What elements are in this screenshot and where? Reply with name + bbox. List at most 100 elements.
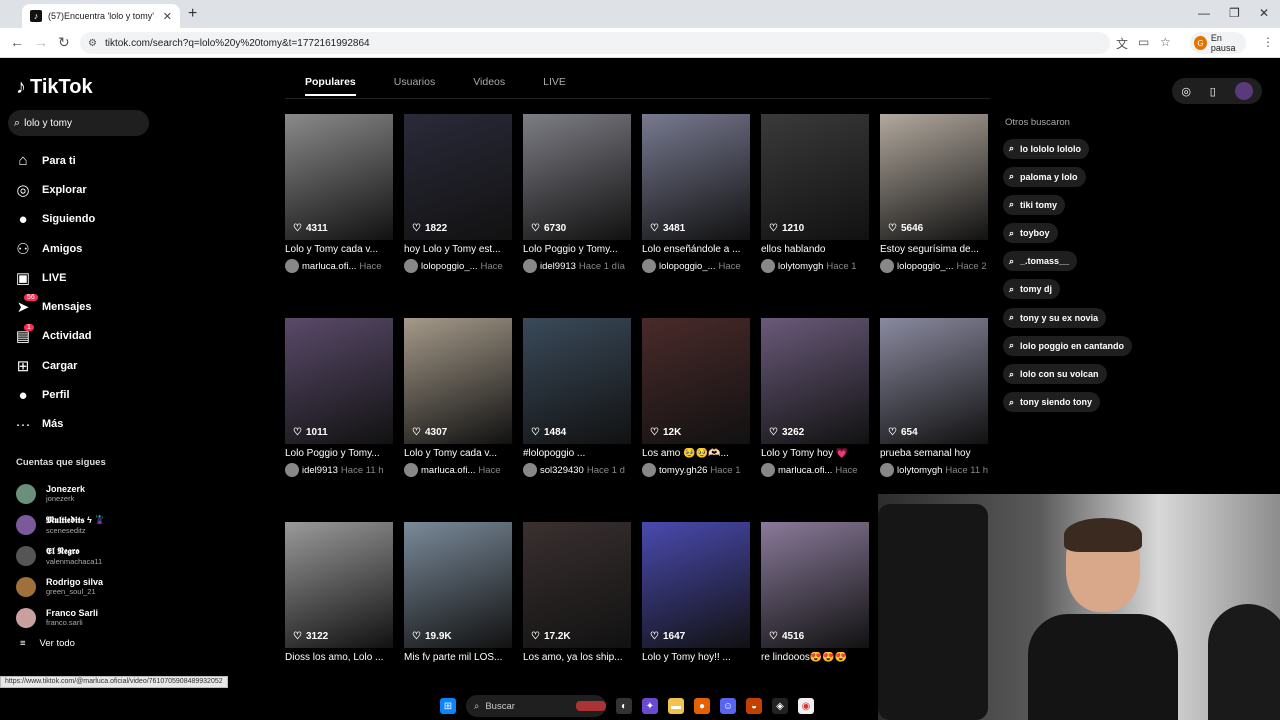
author-name[interactable]: lolytomygh [897, 465, 942, 476]
related-search-chip[interactable]: ⌕ toyboy [1003, 223, 1058, 244]
video-card[interactable]: ♡ 6730 Lolo Poggio y Tomy... idel9913 Hace 1… [523, 114, 631, 273]
video-caption[interactable]: Mis fv parte mil LOS... [404, 652, 512, 663]
video-card[interactable]: ♡ 5646 Estoy segurísima de... lolopoggio_..… [880, 114, 988, 273]
sidebar-item-cargar[interactable]: ⊞ Cargar [14, 351, 144, 380]
following-account[interactable]: Jonezerk jonezerk [16, 478, 105, 509]
video-card[interactable]: ♡ 1822 hoy Lolo y Tomy est... lolopoggio_..… [404, 114, 512, 273]
related-search-chip[interactable]: ⌕ tomy dj [1003, 279, 1061, 300]
video-thumbnail[interactable]: ♡ 1484 [523, 318, 631, 444]
video-card[interactable]: ♡ 19.9K Mis fv parte mil LOS... [404, 522, 512, 663]
video-thumbnail[interactable]: ♡ 3262 [761, 318, 869, 444]
video-thumbnail[interactable]: ♡ 3481 [642, 114, 750, 240]
restore-icon[interactable]: ❐ [1229, 6, 1240, 20]
sidebar-item-más[interactable]: ··· Más [14, 410, 144, 439]
video-thumbnail[interactable]: ♡ 654 [880, 318, 988, 444]
browser-menu-icon[interactable]: ⋮ [1262, 35, 1274, 49]
video-card[interactable]: ♡ 1647 Lolo y Tomy hoy!! ... [642, 522, 750, 663]
translate-icon[interactable]: 文 [1116, 35, 1128, 52]
file-explorer-icon[interactable]: ▬ [668, 698, 684, 714]
tab-videos[interactable]: Videos [473, 76, 505, 96]
author-name[interactable]: lolopoggio_... [897, 261, 954, 272]
following-account[interactable]: Rodrigo silva green_soul_21 [16, 571, 105, 602]
sidebar-item-live[interactable]: ▣ LIVE [14, 263, 144, 292]
app-icon[interactable]: ◐ [616, 698, 632, 714]
video-card[interactable]: ♡ 4516 re lindooos😍😍😍 [761, 522, 869, 663]
tab-usuarios[interactable]: Usuarios [394, 76, 435, 96]
forward-icon[interactable]: → [34, 34, 48, 50]
video-caption[interactable]: Dioss los amo, Lolo ... [285, 652, 393, 663]
coins-icon[interactable]: ◎ [1181, 85, 1191, 98]
video-card[interactable]: ♡ 17.2K Los amo, ya los ship... [523, 522, 631, 663]
site-info-icon[interactable]: ⚙ [88, 38, 97, 49]
video-card[interactable]: ♡ 3122 Dioss los amo, Lolo ... [285, 522, 393, 663]
video-thumbnail[interactable]: ♡ 19.9K [404, 522, 512, 648]
user-avatar[interactable] [1234, 82, 1253, 100]
video-thumbnail[interactable]: ♡ 6730 [523, 114, 631, 240]
following-account[interactable]: 𝕰𝖑 𝕹𝖊𝖌𝖗𝖔 valenmachaca11 [16, 540, 105, 571]
omnibox[interactable]: ⚙ tiktok.com/search?q=lolo%20y%20tomy&t=… [80, 32, 1110, 54]
author-name[interactable]: lolytomygh [778, 261, 823, 272]
video-caption[interactable]: re lindooos😍😍😍 [761, 652, 869, 663]
video-card[interactable]: ♡ 4311 Lolo y Tomy cada v... marluca.ofi...… [285, 114, 393, 273]
back-icon[interactable]: ← [10, 34, 24, 50]
reload-icon[interactable]: ↻ [58, 34, 70, 51]
video-caption[interactable]: Lolo Poggio y Tomy... [523, 244, 631, 255]
video-card[interactable]: ♡ 1011 Lolo Poggio y Tomy... idel9913 Hace 1… [285, 318, 393, 477]
search-input[interactable]: ⌕ lolo y tomy [8, 110, 149, 136]
video-thumbnail[interactable]: ♡ 1210 [761, 114, 869, 240]
windows-start-icon[interactable]: ⊞ [440, 698, 456, 714]
video-caption[interactable]: Lolo y Tomy hoy 💗 [761, 448, 869, 459]
tab-close-icon[interactable]: ✕ [163, 10, 172, 23]
related-search-chip[interactable]: ⌕ tony y su ex novia [1003, 307, 1107, 328]
video-caption[interactable]: Lolo enseñándole a ... [642, 244, 750, 255]
discord-icon[interactable]: ☺ [720, 698, 736, 714]
video-card[interactable]: ♡ 654 prueba semanal hoy lolytomygh Hace 11 … [880, 318, 988, 477]
taskbar-search[interactable]: ⌕ Buscar [466, 695, 606, 717]
related-search-chip[interactable]: ⌕ lo lololo lololo [1003, 138, 1090, 159]
video-caption[interactable]: Lolo Poggio y Tomy... [285, 448, 393, 459]
following-account[interactable]: Franco Sarli franco.sarli [16, 602, 105, 633]
cast-icon[interactable]: ▭ [1138, 35, 1149, 49]
profile-button[interactable]: G En pausa [1190, 32, 1246, 54]
sidebar-item-mensajes[interactable]: ➤ 56 Mensajes [14, 292, 144, 321]
sidebar-item-perfil[interactable]: ● Perfil [14, 380, 144, 409]
video-thumbnail[interactable]: ♡ 17.2K [523, 522, 631, 648]
video-caption[interactable]: hoy Lolo y Tomy est... [404, 244, 512, 255]
tab-live[interactable]: LIVE [543, 76, 566, 96]
sidebar-item-para-ti[interactable]: ⌂ Para ti [14, 146, 144, 175]
video-thumbnail[interactable]: ♡ 5646 [880, 114, 988, 240]
see-all-button[interactable]: ≡ Ver todo [20, 638, 75, 649]
video-caption[interactable]: Lolo y Tomy cada v... [285, 244, 393, 255]
video-caption[interactable]: Estoy segurísima de... [880, 244, 988, 255]
app-icon-2[interactable]: ◒ [746, 698, 762, 714]
video-thumbnail[interactable]: ♡ 1647 [642, 522, 750, 648]
tiktok-logo[interactable]: ♪ TikTok [16, 76, 93, 99]
video-thumbnail[interactable]: ♡ 4307 [404, 318, 512, 444]
related-search-chip[interactable]: ⌕ lolo con su volcan [1003, 364, 1107, 384]
tab-populares[interactable]: Populares [305, 76, 356, 96]
video-caption[interactable]: ellos hablando [761, 244, 869, 255]
chrome-icon[interactable]: ◉ [798, 698, 814, 714]
author-name[interactable]: marluca.ofi... [778, 465, 832, 476]
following-account[interactable]: 𝕸𝖚𝖑𝖙𝖎𝖊𝖉𝖎𝖙𝖘 ϟ 🦹🏻‍♀️ sceneseditz [16, 509, 105, 540]
author-name[interactable]: lolopoggio_... [659, 261, 716, 272]
sidebar-item-amigos[interactable]: ⚇ Amigos [14, 234, 144, 263]
video-thumbnail[interactable]: ♡ 4516 [761, 522, 869, 648]
related-search-chip[interactable]: ⌕ lolo poggio en cantando [1003, 335, 1133, 356]
video-card[interactable]: ♡ 3481 Lolo enseñándole a ... lolopoggio_..… [642, 114, 750, 273]
app-icon-3[interactable]: ◈ [772, 698, 788, 714]
copilot-icon[interactable]: ✦ [642, 698, 658, 714]
video-card[interactable]: ♡ 12K Los amo 🥹🥹🫶🏻... tomyy.gh26 Hace 1 [642, 318, 750, 477]
author-name[interactable]: tomyy.gh26 [659, 465, 707, 476]
device-icon[interactable]: ▯ [1210, 85, 1216, 98]
video-thumbnail[interactable]: ♡ 1822 [404, 114, 512, 240]
sidebar-item-siguiendo[interactable]: ● Siguiendo [14, 205, 144, 234]
video-caption[interactable]: prueba semanal hoy [880, 448, 988, 459]
bookmark-star-icon[interactable]: ☆ [1160, 35, 1171, 49]
video-caption[interactable]: #lolopoggio ... [523, 448, 631, 459]
video-card[interactable]: ♡ 3262 Lolo y Tomy hoy 💗 marluca.ofi... Hace [761, 318, 869, 477]
minimize-icon[interactable]: — [1198, 6, 1210, 20]
author-name[interactable]: idel9913 [540, 261, 576, 272]
firefox-icon[interactable]: ● [694, 698, 710, 714]
author-name[interactable]: idel9913 [302, 465, 338, 476]
